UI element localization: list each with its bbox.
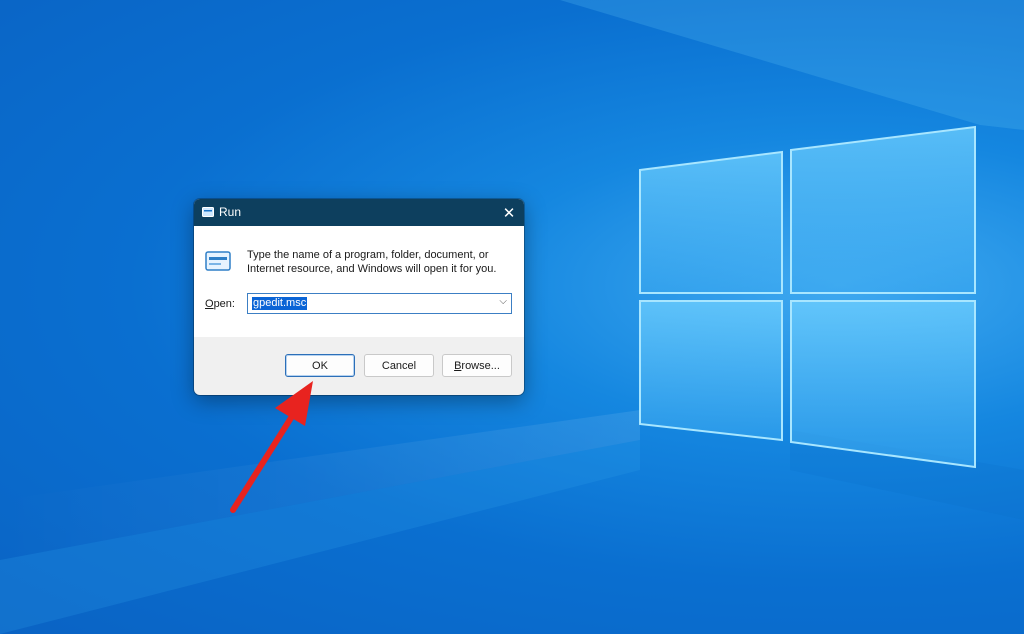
open-input-value[interactable]: gpedit.msc xyxy=(252,297,308,310)
close-button[interactable]: ✕ xyxy=(494,199,524,226)
open-label-rest: pen: xyxy=(213,298,235,310)
close-icon: ✕ xyxy=(502,204,516,222)
browse-button[interactable]: Browse... xyxy=(442,354,512,377)
dialog-title: Run xyxy=(219,205,242,219)
chevron-down-icon[interactable]: ⌵ xyxy=(499,296,507,307)
open-combobox[interactable]: gpedit.msc ⌵ xyxy=(247,293,512,314)
open-label: Open: xyxy=(205,298,235,310)
title-bar: Run ✕ xyxy=(194,199,524,226)
dialog-content: Type the name of a program, folder, docu… xyxy=(194,226,524,337)
cancel-button[interactable]: Cancel xyxy=(364,354,434,377)
browse-accesskey: B xyxy=(454,359,462,372)
run-icon xyxy=(202,207,214,217)
dialog-description: Type the name of a program, folder, docu… xyxy=(247,249,497,275)
run-icon xyxy=(205,251,231,271)
open-label-accesskey: O xyxy=(205,298,214,310)
browse-label-rest: rowse... xyxy=(461,359,500,372)
ok-button[interactable]: OK xyxy=(285,354,355,377)
run-dialog: Run ✕ Type the name of a program, folder… xyxy=(194,199,524,395)
